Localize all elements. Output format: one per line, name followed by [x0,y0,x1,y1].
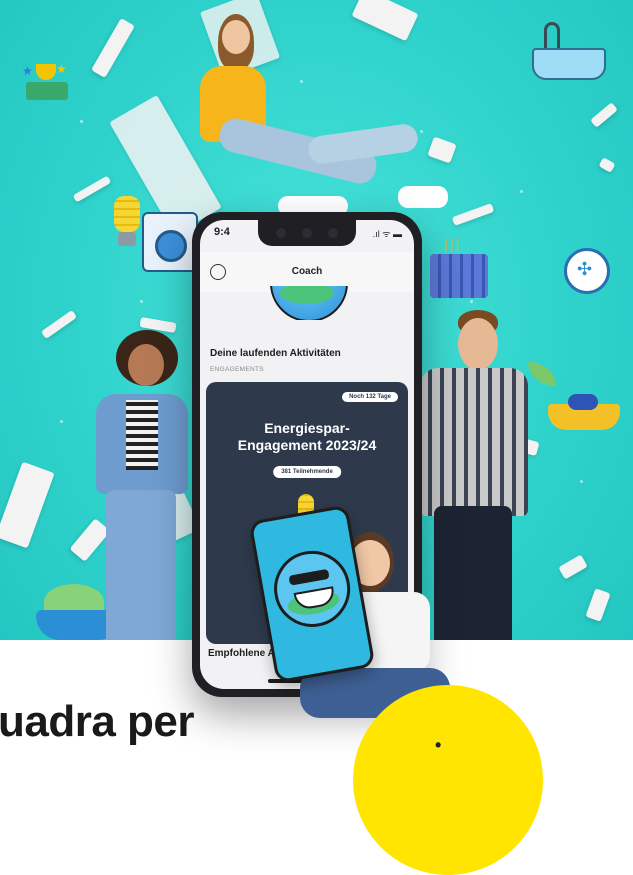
globe-mascot-icon [268,544,357,633]
fan-icon: ✣ [564,248,610,294]
confetti-ribbon [451,203,495,226]
person-denim-jacket [60,330,200,690]
headline-text: uadra per [0,697,195,746]
camera-notch [258,220,356,246]
confetti-ribbon [590,102,618,128]
confetti-ribbon [598,157,616,173]
bathtub-icon [532,22,606,80]
washing-machine-icon [142,212,198,272]
sparkle [580,480,583,483]
section-subtitle: ENGAGEMENTS [210,366,264,373]
status-icons: .ıl ᯤ ▬ [372,229,402,239]
lightbulb-icon [108,196,146,258]
confetti-ribbon [585,588,611,622]
sparkle [470,300,473,303]
confetti-ribbon [91,18,135,78]
section-title: Deine laufenden Aktivitäten [210,348,341,359]
header-title: Coach [291,266,323,277]
globe-mascot-icon [262,286,352,320]
days-remaining-badge: Noch 132 Tage [342,392,398,402]
confetti-ribbon [72,175,112,203]
sparkle [140,300,143,303]
trophy-icon: ★ ★ [22,62,72,106]
badge-text: • [435,735,442,755]
radiator-icon: ∫∫∫ [430,236,488,298]
sparkle [520,190,523,193]
sparkle [80,120,83,123]
status-time: 9:4 [214,226,230,238]
person-yellow-shirt [188,10,458,220]
yellow-badge-circle: • [353,685,543,875]
participants-badge: 381 Teilnehmende [273,466,341,478]
confetti-ribbon [558,554,588,580]
recycling-bin-icon [548,394,620,434]
engagement-title: Energiespar- Engagement 2023/24 [237,420,377,453]
confetti-ribbon [0,461,55,549]
